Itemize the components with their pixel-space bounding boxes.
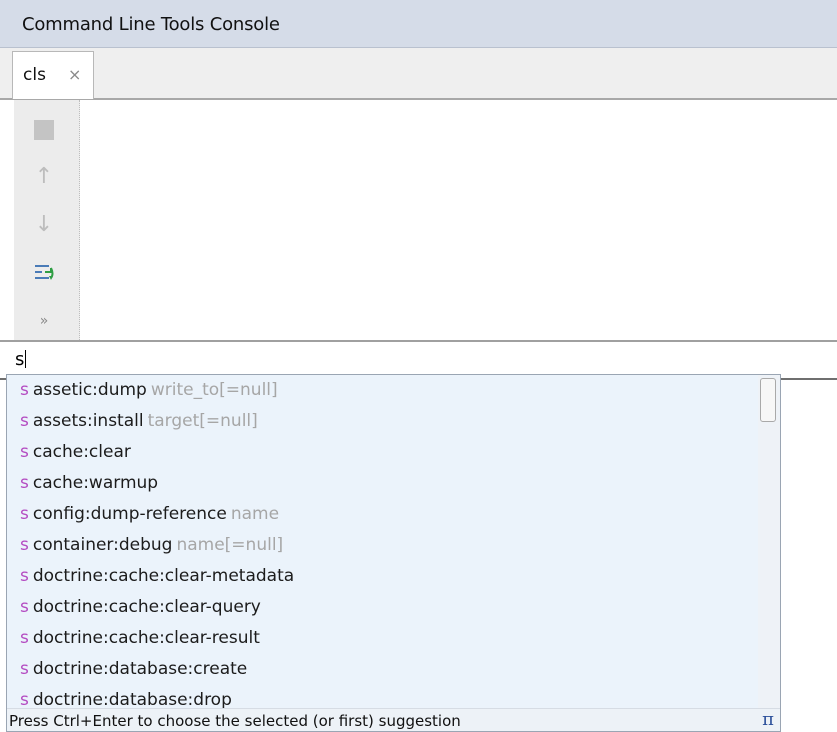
suggestion-command: doctrine:database:create	[32, 659, 248, 679]
suggestion-prefix: s	[20, 504, 29, 524]
suggestion-prefix: s	[20, 628, 29, 648]
suggestion-item[interactable]: s container:debug name[=null]	[7, 530, 757, 561]
window-title: Command Line Tools Console	[22, 14, 280, 35]
suggestion-command: assets:install	[32, 411, 144, 431]
console-output-area[interactable]	[80, 100, 837, 340]
suggestion-prefix: s	[20, 411, 29, 431]
suggestion-item[interactable]: s cache:warmup	[7, 468, 757, 499]
close-icon[interactable]: ×	[68, 65, 81, 84]
suggestion-command: cache:warmup	[32, 473, 159, 493]
title-bar: Command Line Tools Console	[0, 0, 837, 48]
suggestion-prefix: s	[20, 690, 29, 708]
suggestion-command: doctrine:database:drop	[32, 690, 232, 708]
suggestion-prefix: s	[20, 442, 29, 462]
suggestion-command: container:debug	[32, 535, 173, 555]
suggestion-item[interactable]: s assets:install target[=null]	[7, 406, 757, 437]
suggestion-prefix: s	[20, 566, 29, 586]
suggestion-prefix: s	[20, 473, 29, 493]
tab-label: cls	[23, 65, 46, 85]
popup-hint-bar: Press Ctrl+Enter to choose the selected …	[7, 708, 780, 731]
command-input[interactable]: s	[15, 349, 27, 370]
arrow-down-icon[interactable]: ↓	[26, 207, 62, 243]
command-line-tools-console-window: Command Line Tools Console cls × ↑ ↓ » s…	[0, 0, 837, 732]
suggestion-item[interactable]: s config:dump-reference name	[7, 499, 757, 530]
suggestion-command: config:dump-reference	[32, 504, 227, 524]
hint-text: Press Ctrl+Enter to choose the selected …	[9, 712, 461, 730]
suggestion-command: cache:clear	[32, 442, 131, 462]
suggestion-command: doctrine:cache:clear-result	[32, 628, 260, 648]
suggestion-command: doctrine:cache:clear-query	[32, 597, 261, 617]
scrollbar-thumb[interactable]	[760, 378, 776, 422]
tab-cls[interactable]: cls ×	[12, 51, 94, 99]
suggestion-prefix: s	[20, 659, 29, 679]
suggestion-command: doctrine:cache:clear-metadata	[32, 566, 295, 586]
suggestion-command: assetic:dump	[32, 380, 147, 400]
suggestion-item[interactable]: s doctrine:cache:clear-result	[7, 623, 757, 654]
more-icon[interactable]: »	[26, 303, 62, 339]
pi-icon[interactable]: π	[762, 709, 774, 730]
suggestion-item[interactable]: s doctrine:database:create	[7, 654, 757, 685]
suggestion-params: name	[230, 504, 280, 524]
console-toolbar: ↑ ↓ »	[14, 100, 80, 340]
suggestion-params: name[=null]	[176, 535, 284, 555]
tab-strip: cls ×	[0, 48, 837, 100]
suggestion-prefix: s	[20, 597, 29, 617]
suggestion-params: write_to[=null]	[150, 380, 278, 400]
suggestion-item[interactable]: s doctrine:cache:clear-metadata	[7, 561, 757, 592]
suggestion-prefix: s	[20, 535, 29, 555]
popup-scrollbar[interactable]	[758, 375, 780, 708]
arrow-up-icon[interactable]: ↑	[26, 159, 62, 195]
completion-popup: s assetic:dump write_to[=null] s assets:inst…	[6, 374, 781, 732]
suggestion-item[interactable]: s cache:clear	[7, 437, 757, 468]
suggestion-item[interactable]: s assetic:dump write_to[=null]	[7, 375, 757, 406]
suggestion-item[interactable]: s doctrine:cache:clear-query	[7, 592, 757, 623]
suggestion-prefix: s	[20, 380, 29, 400]
suggestion-item[interactable]: s doctrine:database:drop	[7, 685, 757, 708]
suggestion-list: s assetic:dump write_to[=null] s assets:inst…	[7, 375, 757, 708]
soft-wrap-icon[interactable]	[26, 255, 62, 291]
suggestion-params: target[=null]	[147, 411, 258, 431]
stop-icon[interactable]	[26, 112, 62, 148]
